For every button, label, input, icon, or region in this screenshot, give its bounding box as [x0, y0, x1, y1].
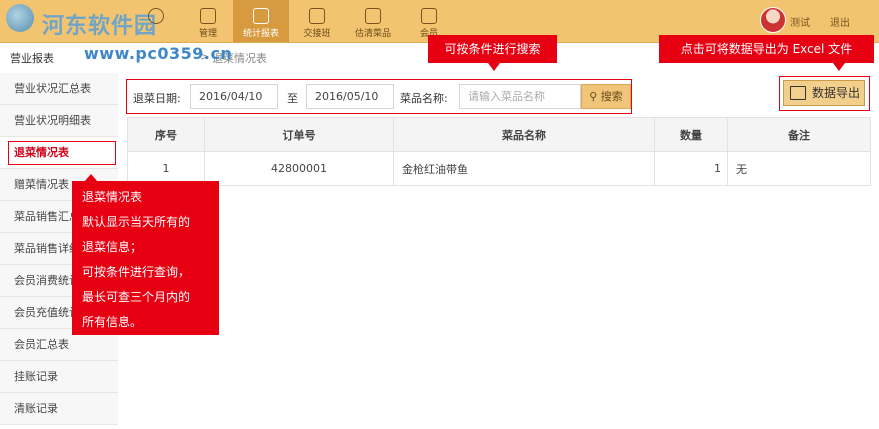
dish-name-input[interactable]: 请输入菜品名称 — [459, 84, 581, 109]
start-date-input[interactable]: 2016/04/10 — [190, 84, 278, 109]
column-header: 数量 — [654, 117, 728, 152]
cell-quantity: 1 — [654, 151, 728, 186]
callout-export-hint: 点击可将数据导出为 Excel 文件 — [659, 35, 874, 71]
date-label: 退菜日期: — [133, 92, 181, 105]
nav-item-manage[interactable]: 管理 — [180, 0, 236, 42]
briefcase-icon — [309, 8, 325, 24]
cell-remark: 无 — [727, 151, 871, 186]
search-button[interactable]: ⚲ 搜索 — [581, 84, 631, 109]
table-header-row: 序号 订单号 菜品名称 数量 备注 — [127, 117, 871, 152]
dish-name-label: 菜品名称: — [400, 92, 448, 105]
callout-report-description: 退菜情况表 默认显示当天所有的 退菜信息； 可按条件进行查询， 最长可查三个月内… — [72, 174, 219, 335]
watermark-url: www.pc0359.cn — [84, 44, 233, 63]
export-icon — [790, 86, 806, 100]
clock-icon — [148, 8, 164, 24]
sidebar-item-credit-records[interactable]: 挂账记录 — [0, 361, 118, 393]
column-header: 备注 — [727, 117, 871, 152]
column-header: 序号 — [127, 117, 205, 152]
sidebar-item-settlement-records[interactable]: 清账记录 — [0, 393, 118, 425]
export-icon — [421, 8, 437, 24]
table-row[interactable]: 1 42800001 金枪红油带鱼 1 无 — [127, 151, 871, 186]
column-header: 订单号 — [204, 117, 394, 152]
user-name: 测试 — [790, 18, 810, 29]
sidebar-item-business-detail[interactable]: 营业状况明细表 — [0, 105, 118, 137]
nav-item-sold-out[interactable]: 估清菜品 — [345, 0, 401, 42]
column-header: 菜品名称 — [393, 117, 655, 152]
calendar-icon — [365, 8, 381, 24]
filter-bar: 退菜日期: 2016/04/10 至 2016/05/10 菜品名称: 请输入菜… — [126, 79, 632, 114]
menu-icon — [200, 8, 216, 24]
cell-order-no: 42800001 — [204, 151, 394, 186]
cell-dish-name: 金枪红油带鱼 — [393, 151, 655, 186]
nav-item-clock[interactable] — [128, 0, 184, 42]
chart-icon — [253, 8, 269, 24]
nav-item-shift[interactable]: 交接班 — [289, 0, 345, 42]
end-date-input[interactable]: 2016/05/10 — [306, 84, 394, 109]
returned-dishes-table: 序号 订单号 菜品名称 数量 备注 1 42800001 金枪红油带鱼 1 无 — [127, 117, 871, 186]
sidebar-item-business-summary[interactable]: 营业状况汇总表 — [0, 73, 118, 105]
logout-link[interactable]: 退出 — [830, 14, 850, 29]
search-icon: ⚲ — [589, 90, 598, 103]
avatar[interactable] — [760, 7, 786, 33]
callout-search-hint: 可按条件进行搜索 — [428, 35, 557, 71]
breadcrumb-root[interactable]: 营业报表 — [10, 50, 54, 66]
date-range-separator: 至 — [287, 92, 298, 105]
export-data-button[interactable]: 数据导出 — [783, 80, 865, 106]
nav-item-reports[interactable]: 统计报表 — [233, 0, 289, 42]
sidebar-item-returned-dishes[interactable]: 退菜情况表 — [0, 137, 118, 169]
logo-icon — [6, 4, 34, 32]
export-highlight: 数据导出 — [779, 76, 870, 111]
